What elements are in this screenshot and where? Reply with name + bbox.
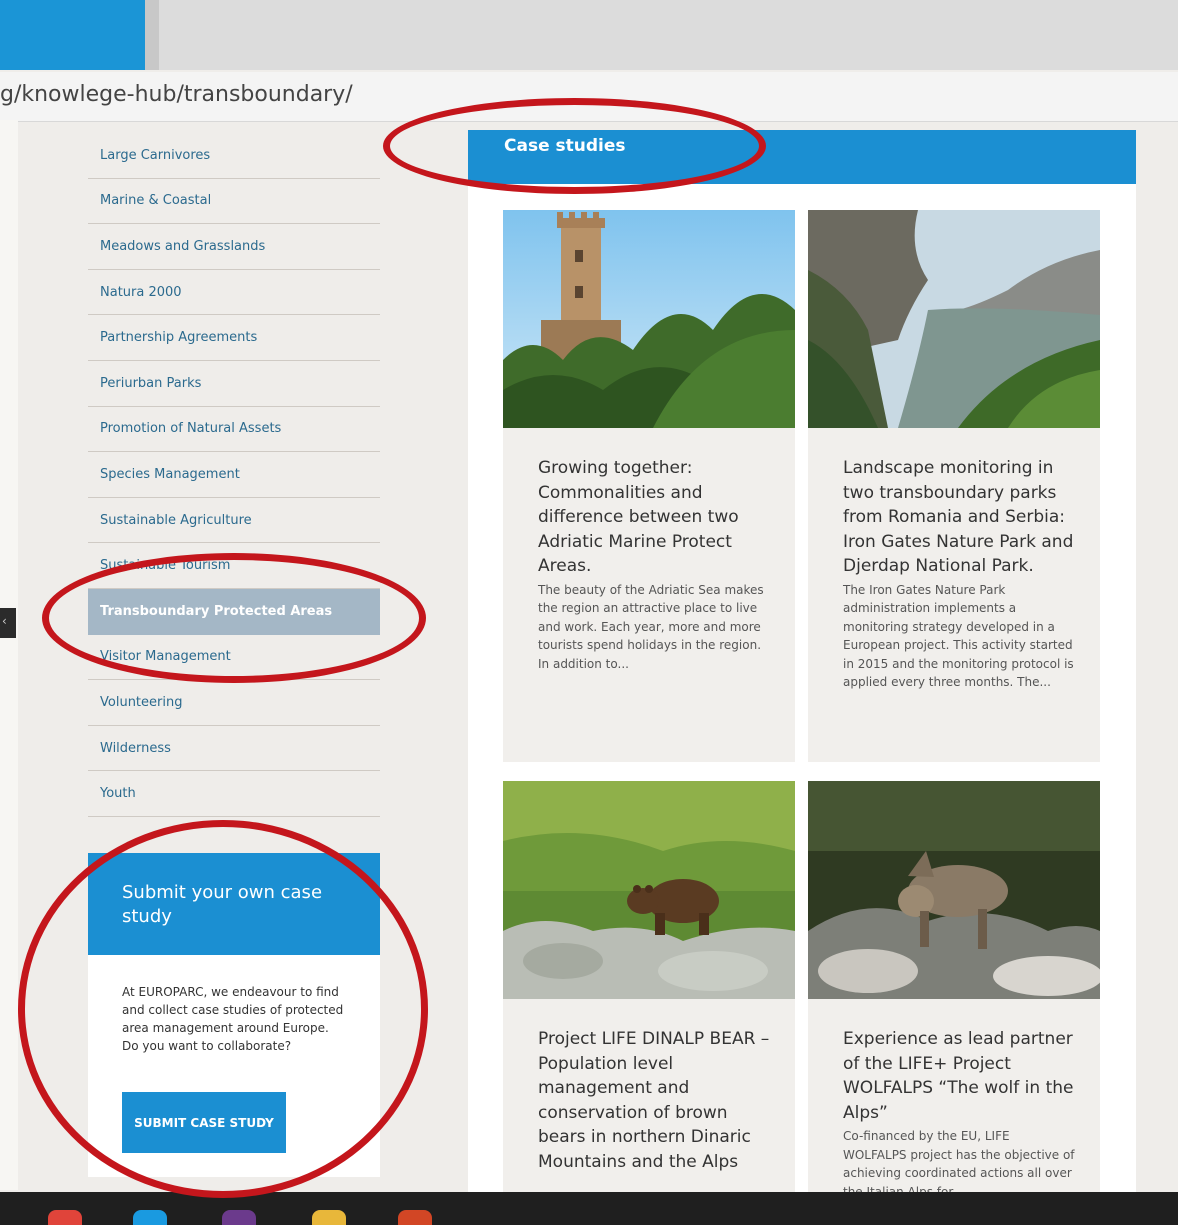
case-study-card[interactable]: Experience as lead partner of the LIFE+ … (808, 781, 1100, 1199)
sidebar-item-volunteering[interactable]: Volunteering (88, 680, 380, 726)
sidebar-item-large-carnivores[interactable]: Large Carnivores (88, 133, 380, 179)
case-studies-panel: Case studies Growing together: Commonali… (468, 130, 1136, 1199)
card-title[interactable]: Experience as lead partner of the LIFE+ … (808, 1027, 1100, 1125)
sidebar-item-marine-coastal[interactable]: Marine & Coastal (88, 179, 380, 225)
address-bar[interactable]: g/knowlege-hub/transboundary/ (0, 72, 1178, 122)
case-study-card[interactable]: Landscape monitoring in two transboundar… (808, 210, 1100, 762)
card-title[interactable]: Growing together: Commonalities and diff… (503, 456, 795, 579)
sidebar-item-sustainable-agriculture[interactable]: Sustainable Agriculture (88, 498, 380, 544)
skype-icon[interactable] (133, 1210, 167, 1225)
card-excerpt: Co-financed by the EU, LIFE WOLFALPS pro… (843, 1129, 1075, 1199)
sidebar-item-transboundary-protected-areas[interactable]: Transboundary Protected Areas (88, 588, 380, 635)
folder-icon[interactable] (312, 1210, 346, 1225)
card-photo-wolf[interactable] (808, 781, 1100, 999)
card-title[interactable]: Landscape monitoring in two transboundar… (808, 456, 1100, 579)
sidebar-item-meadows-grasslands[interactable]: Meadows and Grasslands (88, 224, 380, 270)
sidebar-item-sustainable-tourism[interactable]: Sustainable Tourism (88, 543, 380, 589)
sidebar-item-periurban-parks[interactable]: Periurban Parks (88, 361, 380, 407)
sidebar-item-promotion-natural-assets[interactable]: Promotion of Natural Assets (88, 407, 380, 453)
submit-panel-title: Submit your own case study (88, 853, 380, 955)
sidebar-item-species-management[interactable]: Species Management (88, 452, 380, 498)
url-text[interactable]: g/knowlege-hub/transboundary/ (0, 82, 353, 107)
browser-tab-strip (0, 0, 1178, 70)
sidebar-item-natura-2000[interactable]: Natura 2000 (88, 270, 380, 316)
card-excerpt: The beauty of the Adriatic Sea makes the… (538, 582, 764, 671)
submit-panel-text: At EUROPARC, we endeavour to find and co… (122, 985, 344, 1053)
sidebar-item-visitor-management[interactable]: Visitor Management (88, 635, 380, 681)
case-study-card[interactable]: Project LIFE DINALP BEAR – Population le… (503, 781, 795, 1192)
submit-case-study-panel: Submit your own case study At EUROPARC, … (88, 853, 380, 1177)
left-edge-widget: ‹ (0, 608, 16, 638)
chrome-icon[interactable] (48, 1210, 82, 1225)
browser-active-tab[interactable] (0, 0, 145, 70)
sidebar-item-wilderness[interactable]: Wilderness (88, 726, 380, 772)
card-excerpt: The Iron Gates Nature Park administratio… (843, 582, 1074, 690)
submit-case-study-button[interactable]: SUBMIT CASE STUDY (122, 1092, 286, 1153)
topic-sidebar: Large Carnivores Marine & Coastal Meadow… (88, 133, 380, 817)
card-photo-river-gorge[interactable] (808, 210, 1100, 428)
case-study-card[interactable]: Growing together: Commonalities and diff… (503, 210, 795, 762)
taskbar (0, 1192, 1178, 1225)
sidebar-item-youth[interactable]: Youth (88, 771, 380, 817)
card-photo-brown-bear[interactable] (503, 781, 795, 999)
left-window-edge (0, 120, 18, 1190)
card-photo-tower[interactable] (503, 210, 795, 428)
browser-tab-edge (145, 0, 159, 70)
powerpoint-icon[interactable] (398, 1210, 432, 1225)
slack-icon[interactable] (222, 1210, 256, 1225)
section-heading: Case studies (468, 130, 1136, 184)
sidebar-item-partnership-agreements[interactable]: Partnership Agreements (88, 315, 380, 361)
card-title[interactable]: Project LIFE DINALP BEAR – Population le… (503, 1027, 795, 1174)
